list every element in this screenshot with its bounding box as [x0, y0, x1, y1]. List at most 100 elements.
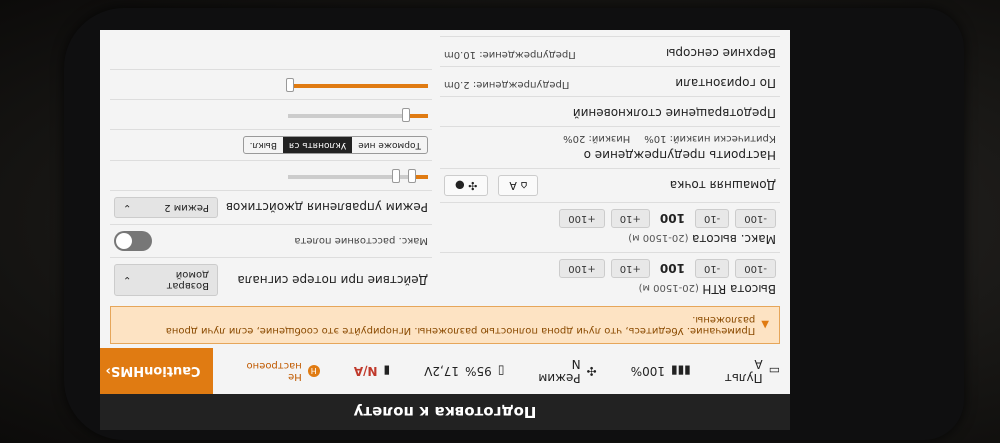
- joystick-select[interactable]: Режим 2 ⌄: [114, 197, 218, 218]
- gps-status: ▮ N/A: [354, 364, 390, 378]
- warning-icon: ▲: [761, 319, 769, 331]
- remote-status: ▭ Пульт А: [725, 357, 780, 385]
- battery-pct: 95%: [465, 364, 492, 378]
- home-at-rc-icon[interactable]: ⌂ A: [498, 175, 539, 196]
- horizontal-slider-row: [110, 99, 432, 129]
- max-height-value[interactable]: 100: [656, 212, 689, 226]
- mode-value: Режим N: [538, 357, 581, 385]
- avoid-off-option[interactable]: Выкл.: [244, 137, 283, 153]
- hms-status: H Не настроено: [247, 360, 320, 382]
- chevron-down-icon: ⌄: [123, 202, 132, 213]
- avoidance-segmented: Торможе ние Уклонять ся Выкл.: [242, 136, 428, 154]
- horizontal-fill: [407, 114, 428, 118]
- horizontal-knob[interactable]: [402, 108, 410, 122]
- horizontal-slider[interactable]: [288, 108, 428, 122]
- hms-note-1: Не: [288, 371, 302, 382]
- rth-height-range: (20-1500 м): [638, 282, 699, 293]
- battery-voltage: 17,2V: [424, 364, 460, 378]
- avoid-brake-option[interactable]: Торможе ние: [352, 137, 427, 153]
- upper-fill: [288, 84, 428, 88]
- max-distance-title: Макс. расстояние полета: [294, 235, 428, 247]
- avoid-bypass-option[interactable]: Уклонять ся: [282, 137, 353, 153]
- hms-caution-button[interactable]: Caution HMS ›: [100, 348, 213, 394]
- upper-slider-row: [110, 69, 432, 99]
- avoidance-options-row: Торможе ние Уклонять ся Выкл.: [110, 129, 432, 160]
- remote-label: Пульт А: [724, 357, 763, 385]
- max-distance-row: Макс. расстояние полета: [110, 224, 432, 257]
- home-point-title: Домашняя точка: [669, 178, 776, 193]
- max-plus100-button[interactable]: +100: [559, 209, 605, 228]
- notice-text: Примечание. Убедитесь, что лучи дрона по…: [165, 314, 756, 336]
- avoidance-title: Предотвращение столкновений: [572, 106, 776, 120]
- signal-icon: ▮▮▮: [670, 364, 691, 378]
- title-bar: Подготовка к полету: [100, 394, 790, 430]
- signal-loss-title: Действие при потере сигнала: [237, 273, 428, 287]
- max-height-row: Макс. высота (20-1500 м) -100 -10 100 +1…: [440, 202, 780, 252]
- status-bar: ▭ Пульт А ▮▮▮ 100% ✣ Режим N ▯ 95% 17,2V…: [100, 348, 790, 394]
- home-point-row: Домашняя точка ⌂ A ✣ ●: [440, 168, 780, 202]
- battery-status: ▯ 95% 17,2V: [424, 364, 504, 378]
- max-height-range: (20-1500 м): [628, 232, 689, 243]
- upper-warning: Предупреждение: 10.0m: [444, 49, 576, 60]
- upper-sensors-title: Верхние сенсоры: [665, 46, 776, 60]
- page-title: Подготовка к полету: [353, 403, 537, 421]
- max-height-title: Макс. высота: [691, 232, 776, 246]
- signal-loss-select[interactable]: Возврат домой ⌄: [114, 264, 218, 296]
- rth-minus10-button[interactable]: -10: [694, 259, 730, 278]
- joystick-row: Режим управления джойстиков Режим 2 ⌄: [110, 190, 432, 224]
- joystick-value: Режим 2: [164, 202, 209, 213]
- critical-knob[interactable]: [408, 169, 416, 183]
- rth-height-stepper: -100 -10 100 +10 +100: [444, 259, 776, 278]
- notice-banner: ▲ Примечание. Убедитесь, что лучи дрона …: [110, 306, 780, 344]
- signal-value: 100%: [630, 364, 665, 378]
- screen: Подготовка к полету ▭ Пульт А ▮▮▮ 100% ✣…: [100, 30, 790, 430]
- max-height-stepper: -100 -10 100 +10 +100: [444, 209, 776, 228]
- max-plus10-button[interactable]: +10: [610, 209, 650, 228]
- drone-icon: ✣: [586, 364, 597, 378]
- upper-knob[interactable]: [286, 78, 294, 92]
- rth-minus100-button[interactable]: -100: [735, 259, 776, 278]
- joystick-title: Режим управления джойстиков: [225, 200, 428, 215]
- max-minus100-button[interactable]: -100: [735, 209, 776, 228]
- horizontal-title: По горизонтали: [675, 76, 776, 90]
- rth-plus10-button[interactable]: +10: [610, 259, 650, 278]
- low-knob[interactable]: [392, 169, 400, 183]
- warning-slider-row: [110, 160, 432, 190]
- upper-sensors-row: Верхние сенсоры Предупреждение: 10.0m: [440, 36, 780, 66]
- battery-warning-title: Настроить предупреждение о: [583, 148, 776, 162]
- rth-height-value[interactable]: 100: [656, 262, 689, 276]
- avoidance-row: Предотвращение столкновений: [440, 96, 780, 126]
- low-label: Низкий: 20%: [563, 133, 631, 144]
- signal-status: ▮▮▮ 100%: [631, 364, 691, 378]
- battery-warning-row: Настроить предупреждение о Критически ни…: [440, 126, 780, 168]
- settings-left-column: Высота RTH (20-1500 м) -100 -10 100 +10 …: [440, 36, 780, 302]
- signal-loss-value: Возврат домой: [166, 269, 210, 291]
- chevron-down-icon: ⌄: [123, 274, 132, 286]
- battery-warning-fill: [414, 175, 428, 179]
- rth-height-title: Высота RTH: [702, 282, 776, 296]
- rth-height-row: Высота RTH (20-1500 м) -100 -10 100 +10 …: [440, 252, 780, 302]
- hms-note-2: настроено: [246, 360, 302, 371]
- horizontal-warning: Предупреждение: 2.0m: [444, 79, 570, 90]
- hms-label: HMS: [110, 363, 145, 379]
- max-minus10-button[interactable]: -10: [694, 209, 730, 228]
- mode-status: ✣ Режим N: [538, 357, 596, 385]
- chevron-right-icon: ›: [105, 363, 111, 379]
- hms-badge-icon: H: [307, 365, 320, 377]
- signal-loss-row: Действие при потере сигнала Возврат домо…: [110, 257, 432, 302]
- remote-icon: ▭: [768, 364, 780, 378]
- battery-warning-slider[interactable]: [288, 169, 428, 183]
- settings-right-column: Действие при потере сигнала Возврат домо…: [110, 36, 432, 302]
- critical-low-label: Критически низкий: 10%: [644, 133, 776, 144]
- gps-value: N/A: [353, 364, 378, 378]
- rth-plus100-button[interactable]: +100: [559, 259, 605, 278]
- home-point-buttons: ⌂ A ✣ ●: [444, 175, 539, 196]
- upper-slider[interactable]: [286, 78, 428, 92]
- settings-content: Высота RTH (20-1500 м) -100 -10 100 +10 …: [100, 36, 790, 302]
- horizontal-row: По горизонтали Предупреждение: 2.0m: [440, 66, 780, 96]
- gps-icon: ▮: [383, 364, 391, 378]
- max-distance-toggle[interactable]: [114, 231, 152, 251]
- battery-icon: ▯: [497, 364, 505, 378]
- home-at-drone-icon[interactable]: ✣ ●: [444, 175, 489, 196]
- caution-label: Caution: [144, 363, 201, 379]
